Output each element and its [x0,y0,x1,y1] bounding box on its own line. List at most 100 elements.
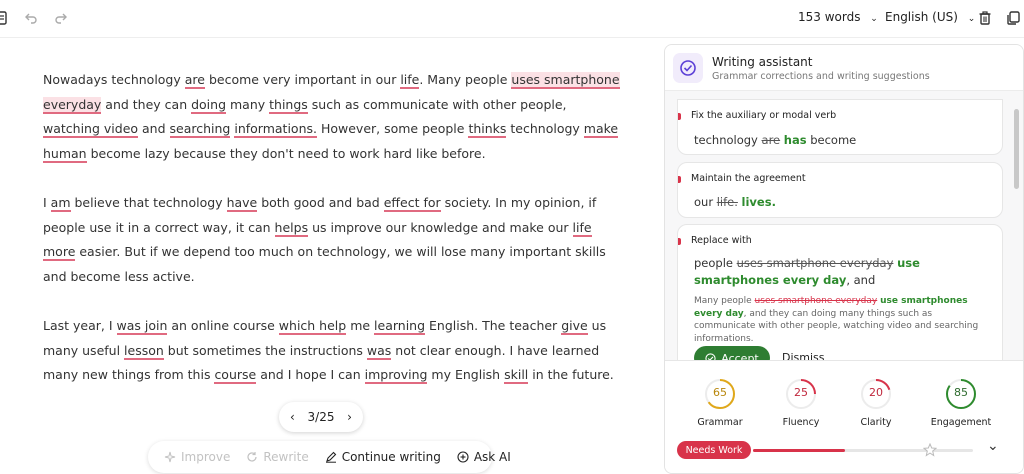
flagged-text[interactable]: watching video [43,121,139,139]
editor-paragraph: Last year, I was join an online course w… [43,314,623,388]
suggestion-card[interactable]: Maintain the agreement our life. lives. [677,162,1003,218]
flagged-text[interactable]: am [50,194,71,212]
writing-assistant-panel: Writing assistant Grammar corrections an… [664,44,1024,474]
score-label: Grammar [697,417,743,428]
flagged-text[interactable]: life [572,219,592,237]
flagged-text[interactable]: was [366,342,392,360]
flagged-text[interactable]: things [269,96,308,114]
flagged-text[interactable]: course [214,367,257,385]
flagged-text[interactable]: more [43,244,76,262]
flagged-text[interactable]: improving [364,367,428,385]
plus-circle-icon [457,451,469,463]
rewrite-label: Rewrite [263,450,309,464]
body-text: but sometimes the instructions [163,342,367,358]
flagged-text[interactable]: skill [504,367,529,385]
word-count: 153 words [798,10,861,24]
suggestion-label: Maintain the agreement [691,173,806,184]
score-label: Fluency [782,417,820,428]
score-item[interactable]: 25 Fluency [761,377,841,428]
score-value: 20 [869,386,883,399]
panel-subtitle: Grammar corrections and writing suggesti… [712,71,930,82]
removed-text: life. [716,195,738,209]
undo-icon[interactable] [22,9,40,27]
body-text: believe that technology [70,194,227,210]
score-value: 65 [713,386,727,399]
suggestion-preview: Many people uses smartphone everyday use… [694,295,994,345]
severity-marker [678,176,681,183]
pen-icon [325,451,336,463]
context-text: technology [694,133,762,147]
suggestion-label: Replace with [691,235,752,246]
improve-label: Improve [181,450,231,464]
score-item[interactable]: 85 Engagement [921,377,1001,428]
document-icon[interactable] [0,9,10,27]
flagged-text[interactable]: which help [278,317,347,335]
suggestion-label: Fix the auxiliary or modal verb [691,110,837,121]
flagged-text[interactable]: thinks [468,121,507,139]
refresh-icon [247,452,257,462]
preview-text: Many people [694,296,755,306]
redo-icon[interactable] [52,9,70,27]
word-count-dropdown[interactable]: 153 words ⌄ [798,10,878,24]
text-editor[interactable]: Nowadays technology are become very impo… [43,68,623,412]
chevron-down-icon: ⌄ [967,14,976,24]
body-text: us improve our knowledge and make our [308,219,573,235]
context-text: become [810,133,857,147]
suggestion-card[interactable]: Fix the auxiliary or modal verb technolo… [677,99,1003,155]
status-badge: Needs Work [677,441,751,459]
suggestion-pager: ‹ 3/25 › [279,402,363,432]
suggestion-text: technology are has become [694,132,856,149]
chevron-down-icon: ⌄ [870,14,878,24]
next-icon[interactable]: › [347,410,352,424]
flagged-text[interactable]: helps [274,219,309,237]
flagged-text[interactable]: searching [169,121,231,139]
body-text: my English [427,367,505,383]
copy-icon[interactable] [1004,9,1022,27]
score-progress-fill [753,449,846,452]
panel-scrollbar[interactable] [1014,109,1019,189]
editor-paragraph: I am believe that technology have both g… [43,191,623,289]
score-section: 65 Grammar 25 Fluency 20 Clarity 85 Engagement … [665,360,1023,473]
body-text: However, some people [316,121,469,137]
continue-writing-button[interactable]: Continue writing [317,450,449,464]
editor-paragraph: Nowadays technology are become very impo… [43,68,623,166]
flagged-text[interactable]: effect for [383,194,441,212]
trash-icon[interactable] [976,9,994,27]
body-text: and [138,121,170,137]
language-dropdown[interactable]: English (US) ⌄ [885,10,975,24]
body-text: and they can [101,96,192,112]
suggestion-card-active[interactable]: Replace with people uses smartphone ever… [677,224,1003,374]
rewrite-button[interactable]: Rewrite [238,450,316,464]
check-badge-icon [673,53,703,83]
body-text: become very important in our [204,72,401,87]
preview-removed-text: uses smartphone everyday [754,296,878,306]
pager-label: 3/25 [307,410,335,424]
body-text: I [43,194,51,210]
ask-ai-button[interactable]: Ask AI [449,450,519,464]
severity-marker [678,113,681,120]
body-text: become lazy because they don't need to w… [86,145,486,161]
flagged-text[interactable]: life [400,72,420,89]
star-icon [923,443,937,457]
flagged-text[interactable]: are [184,72,205,89]
flagged-text[interactable]: lesson [124,342,164,360]
flagged-text[interactable]: doing [191,96,227,114]
flagged-text[interactable]: was join [116,317,168,335]
flagged-text[interactable]: give [561,317,588,335]
body-text: such as communicate with other people, [307,96,567,112]
chevron-down-icon[interactable]: ⌄ [987,438,999,454]
flagged-text[interactable]: learning [374,317,426,335]
flagged-text[interactable]: have [226,194,258,212]
panel-header: Writing assistant Grammar corrections an… [665,45,1023,91]
score-item[interactable]: 20 Clarity [836,377,916,428]
previous-icon[interactable]: ‹ [290,410,295,424]
removed-text: uses smartphone everyday [736,256,894,270]
continue-writing-label: Continue writing [341,450,441,464]
body-text: . Many people [419,72,512,87]
body-text: both good and bad [257,194,384,210]
top-toolbar: 153 words ⌄ English (US) ⌄ [0,0,1024,38]
body-text: in the future. [528,367,614,383]
flagged-text[interactable]: informations. [234,121,317,139]
improve-button[interactable]: Improve [156,450,238,464]
score-item[interactable]: 65 Grammar [680,377,760,428]
